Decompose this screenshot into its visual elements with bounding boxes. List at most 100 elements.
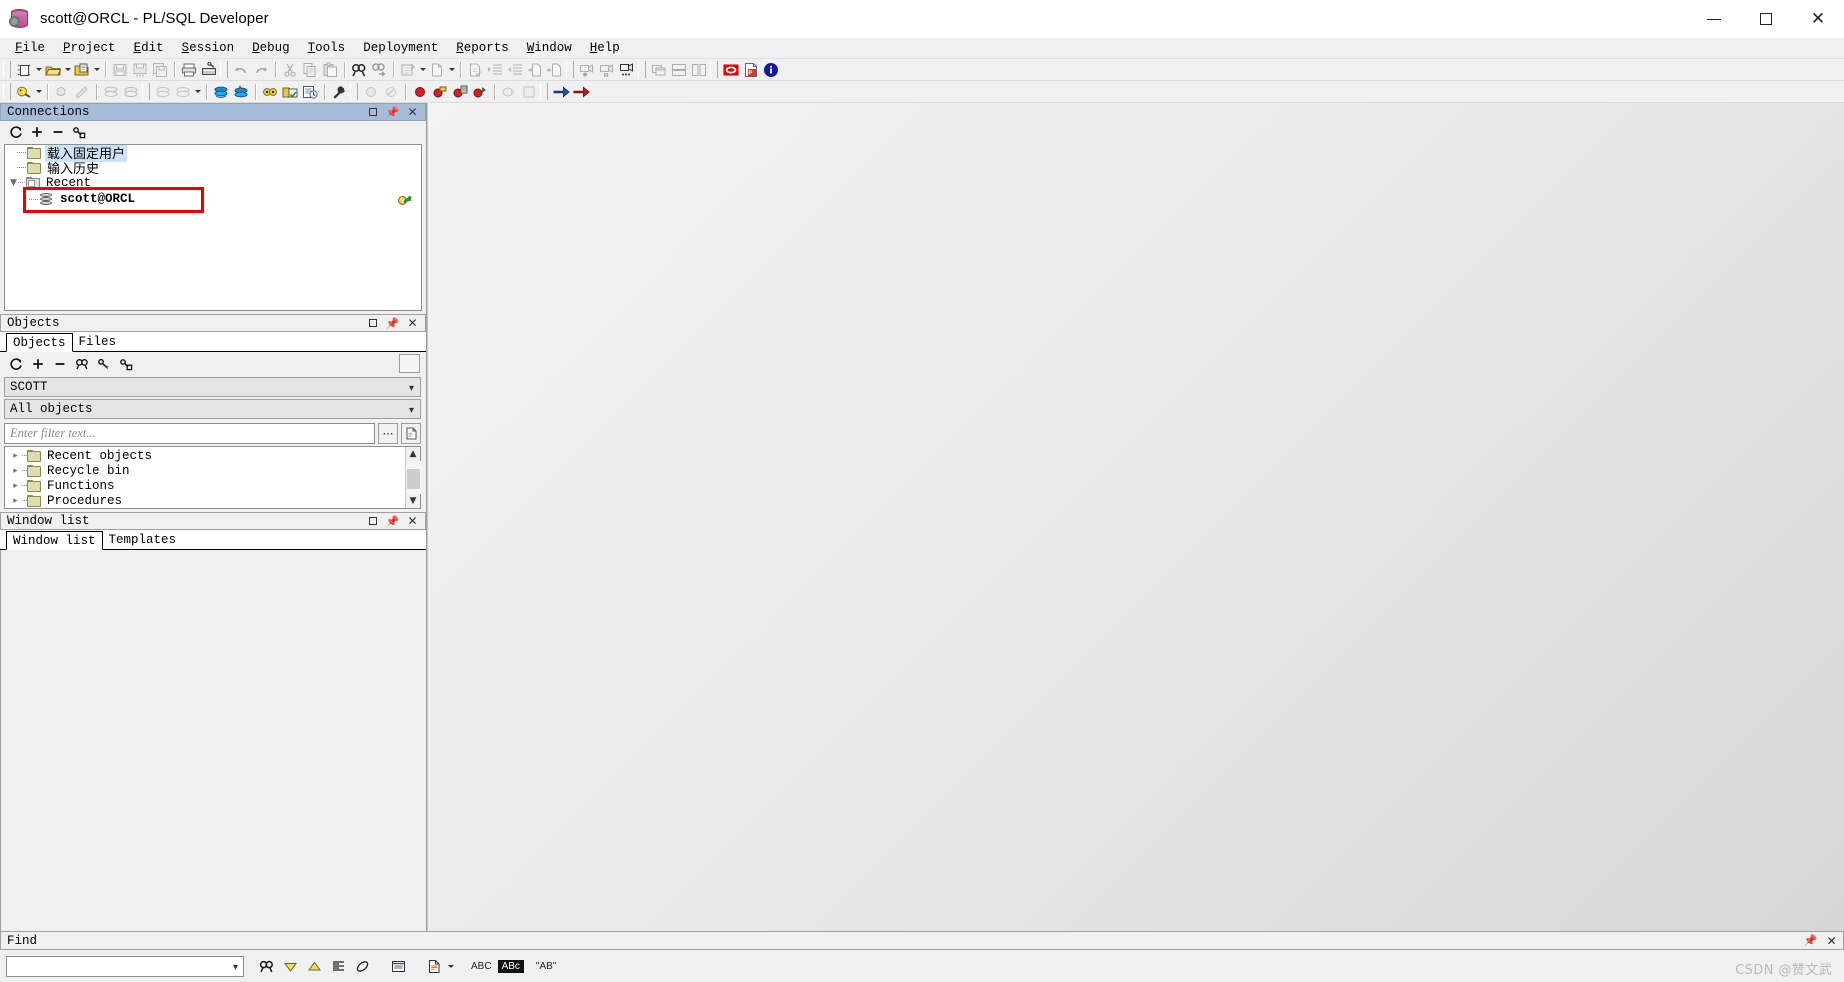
refresh-icon[interactable] bbox=[6, 354, 25, 373]
objects-tree-scrollbar[interactable]: ▲ ▼ bbox=[405, 447, 421, 508]
scrollbar-track[interactable] bbox=[405, 461, 421, 494]
tile-vertical-icon[interactable] bbox=[689, 60, 709, 80]
unindent-icon[interactable] bbox=[505, 60, 525, 80]
db-object-icon[interactable] bbox=[153, 82, 173, 102]
find-icon[interactable] bbox=[254, 956, 278, 977]
optimizer-icon[interactable] bbox=[72, 82, 92, 102]
print-icon[interactable] bbox=[179, 60, 199, 80]
find-icon[interactable] bbox=[349, 60, 369, 80]
toolbar-grip[interactable] bbox=[710, 61, 718, 78]
toolbar-grip[interactable] bbox=[540, 83, 548, 100]
window-list-close-icon[interactable]: ✕ bbox=[407, 515, 418, 527]
menu-deployment[interactable]: Deployment bbox=[354, 40, 447, 56]
menu-window[interactable]: Window bbox=[518, 40, 581, 56]
run-icon[interactable] bbox=[499, 82, 519, 102]
chevron-down-icon[interactable]: ▼ bbox=[7, 175, 20, 190]
chevron-right-icon[interactable]: ▸ bbox=[9, 463, 22, 478]
menu-reports[interactable]: Reports bbox=[447, 40, 518, 56]
test-window-icon[interactable] bbox=[211, 82, 231, 102]
oracle-logo-icon[interactable] bbox=[721, 60, 741, 80]
toolbar-grip[interactable] bbox=[350, 83, 358, 100]
objects-maximize-icon[interactable] bbox=[367, 318, 378, 329]
toolbar-grip[interactable] bbox=[3, 61, 11, 78]
chevron-right-icon[interactable]: ▸ bbox=[9, 493, 22, 508]
new-file-icon[interactable] bbox=[14, 60, 34, 80]
minimize-button[interactable] bbox=[1688, 0, 1740, 38]
configure-icon[interactable] bbox=[116, 354, 135, 373]
document-filter-icon[interactable] bbox=[401, 423, 421, 444]
explain-plan-icon[interactable] bbox=[14, 82, 34, 102]
undo-icon[interactable] bbox=[231, 60, 251, 80]
step-out-icon[interactable] bbox=[470, 82, 490, 102]
tab-templates[interactable]: Templates bbox=[102, 530, 183, 549]
pause-macro-icon[interactable] bbox=[597, 60, 617, 80]
window-list-maximize-icon[interactable] bbox=[367, 516, 378, 527]
history-icon[interactable] bbox=[300, 82, 320, 102]
about-info-icon[interactable] bbox=[761, 60, 781, 80]
whole-word-toggle[interactable]: ABc bbox=[497, 959, 524, 973]
insert-file-icon[interactable] bbox=[525, 60, 545, 80]
close-button[interactable]: ✕ bbox=[1792, 0, 1844, 38]
tree-item-recent[interactable]: ▼ Recent bbox=[5, 175, 421, 190]
sql-window-icon[interactable] bbox=[231, 82, 251, 102]
remove-icon[interactable] bbox=[48, 122, 67, 141]
tile-horizontal-icon[interactable] bbox=[669, 60, 689, 80]
print-setup-icon[interactable] bbox=[199, 60, 219, 80]
ellipsis-button[interactable]: ⋯ bbox=[378, 423, 398, 444]
match-case-toggle[interactable]: ABC bbox=[465, 961, 498, 972]
menu-edit[interactable]: Edit bbox=[125, 40, 173, 56]
paste-icon[interactable] bbox=[320, 60, 340, 80]
next-arrow-icon[interactable] bbox=[571, 82, 591, 102]
toolbar-grip[interactable] bbox=[3, 83, 11, 100]
objects-pin-icon[interactable]: 📌 bbox=[386, 318, 400, 329]
find-pin-icon[interactable]: 📌 bbox=[1804, 935, 1818, 946]
new-file-dropdown-icon[interactable] bbox=[34, 60, 43, 80]
chevron-right-icon[interactable]: ▸ bbox=[9, 478, 22, 493]
commit-icon[interactable] bbox=[101, 82, 121, 102]
find-next-icon[interactable] bbox=[369, 60, 389, 80]
extract-file-icon[interactable] bbox=[545, 60, 565, 80]
chevron-right-icon[interactable]: ▸ bbox=[9, 448, 22, 463]
save-as-icon[interactable] bbox=[130, 60, 150, 80]
tree-item-scott-orcl[interactable]: scott@ORCL bbox=[5, 190, 421, 208]
objects-close-icon[interactable]: ✕ bbox=[407, 317, 418, 329]
breakpoint-off-icon[interactable] bbox=[381, 82, 401, 102]
find-icon[interactable] bbox=[72, 354, 91, 373]
rollback-icon[interactable] bbox=[121, 82, 141, 102]
window-list-content[interactable] bbox=[0, 550, 426, 931]
connections-tree[interactable]: 载入固定用户 输入历史 ▼ Recent scott@ORCL bbox=[4, 144, 422, 311]
tree-item-functions[interactable]: ▸ Functions bbox=[5, 478, 405, 493]
find-all-icon[interactable] bbox=[326, 956, 350, 977]
scrollbar-thumb[interactable] bbox=[406, 469, 420, 489]
toolbar-grip[interactable] bbox=[638, 61, 646, 78]
refresh-icon[interactable] bbox=[6, 122, 25, 141]
redo-icon[interactable] bbox=[251, 60, 271, 80]
macro-list-icon[interactable] bbox=[617, 60, 637, 80]
cut-icon[interactable] bbox=[280, 60, 300, 80]
menu-project[interactable]: Project bbox=[54, 40, 125, 56]
notes-icon[interactable] bbox=[280, 82, 300, 102]
stop-icon[interactable] bbox=[519, 82, 539, 102]
find-close-icon[interactable]: ✕ bbox=[1826, 935, 1837, 947]
toolbar-grip[interactable] bbox=[220, 61, 228, 78]
new-document-icon[interactable] bbox=[427, 60, 447, 80]
open-file-icon[interactable] bbox=[43, 60, 63, 80]
clear-highlight-icon[interactable] bbox=[350, 956, 374, 977]
open-recent-icon[interactable] bbox=[72, 60, 92, 80]
connections-pin-icon[interactable]: 📌 bbox=[386, 107, 400, 118]
filter-icon[interactable] bbox=[94, 354, 113, 373]
replace-dropdown-icon[interactable] bbox=[418, 60, 427, 80]
open-file-dropdown-icon[interactable] bbox=[63, 60, 72, 80]
new-document-dropdown-icon[interactable] bbox=[447, 60, 456, 80]
indent-icon[interactable] bbox=[485, 60, 505, 80]
tree-item-recycle-bin[interactable]: ▸ Recycle bin bbox=[5, 463, 405, 478]
schema-select[interactable]: SCOTT ▾ bbox=[4, 377, 421, 397]
window-list-pin-icon[interactable]: 📌 bbox=[386, 516, 400, 527]
db-object-list-icon[interactable] bbox=[173, 82, 193, 102]
scroll-down-icon[interactable]: ▼ bbox=[406, 494, 421, 508]
tab-files[interactable]: Files bbox=[72, 332, 123, 351]
connections-close-icon[interactable]: ✕ bbox=[407, 106, 418, 118]
step-over-icon[interactable] bbox=[430, 82, 450, 102]
session-info-icon[interactable] bbox=[52, 82, 72, 102]
tree-item-procedures[interactable]: ▸ Procedures bbox=[5, 493, 405, 508]
